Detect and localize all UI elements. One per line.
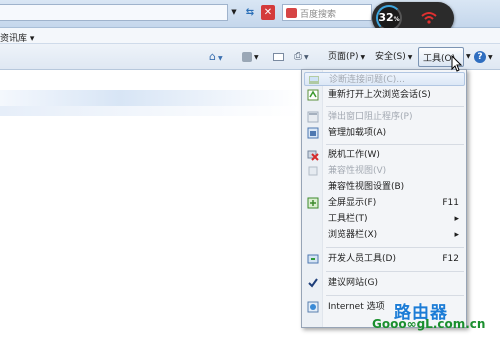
page-banner-shadow bbox=[0, 106, 300, 116]
menu-item-popup-blocker[interactable]: 弹出窗口阻止程序(P) bbox=[304, 110, 465, 124]
menu-separator bbox=[326, 144, 464, 145]
check-icon bbox=[308, 278, 318, 288]
diagnose-icon bbox=[309, 76, 319, 84]
watermark-en-text: Gooo∞gL.com.cn bbox=[372, 317, 486, 331]
help-icon[interactable]: ? ▼ bbox=[474, 49, 493, 65]
print-icon[interactable]: ⎙ ▼ bbox=[294, 49, 309, 65]
menu-item-diagnose[interactable]: 诊断连接问题(C)... bbox=[304, 72, 465, 86]
menu-separator bbox=[326, 295, 464, 296]
menu-item-suggested-sites[interactable]: 建议网站(G) bbox=[304, 276, 465, 290]
reopen-session-icon bbox=[307, 89, 319, 101]
mouse-cursor-icon bbox=[451, 55, 463, 72]
refresh-arrows-icon[interactable]: ⇆ bbox=[243, 5, 257, 20]
mail-icon[interactable] bbox=[273, 49, 284, 65]
command-bar: ⌂ ▼ ▼ ⎙ ▼ 页面(P) ▼ 安全(S) ▼ 工具(O) ▼ ? ▼ bbox=[0, 44, 500, 70]
submenu-arrow-icon: ▸ bbox=[454, 214, 459, 224]
baidu-logo-icon bbox=[286, 8, 297, 18]
submenu-arrow-icon: ▸ bbox=[454, 230, 459, 240]
menu-item-developer-tools[interactable]: 开发人员工具(D) F12 bbox=[304, 252, 465, 266]
menu-item-work-offline[interactable]: 脱机工作(W) bbox=[304, 148, 465, 162]
menu-item-fullscreen[interactable]: 全屏显示(F) F11 bbox=[304, 196, 465, 210]
menu-item-explorer-bars[interactable]: 浏览器栏(X) ▸ bbox=[304, 228, 465, 242]
fullscreen-icon bbox=[307, 197, 319, 209]
shortcut-f11: F11 bbox=[442, 198, 459, 208]
wifi-warning-icon bbox=[421, 12, 437, 24]
dev-tools-icon bbox=[307, 254, 319, 264]
safety-menu-button[interactable]: 安全(S) ▼ bbox=[375, 49, 412, 65]
shortcut-f12: F12 bbox=[442, 254, 459, 264]
menu-separator bbox=[326, 271, 464, 272]
menu-item-toolbars[interactable]: 工具栏(T) ▸ bbox=[304, 212, 465, 226]
menu-item-compat-view[interactable]: 兼容性视图(V) bbox=[304, 164, 465, 178]
compat-view-icon bbox=[308, 166, 318, 176]
address-bar[interactable] bbox=[0, 4, 228, 21]
search-input[interactable]: 百度搜索 bbox=[282, 4, 372, 21]
menu-item-compat-view-settings[interactable]: 兼容性视图设置(B) bbox=[304, 180, 465, 194]
tools-dropdown-menu: 诊断连接问题(C)... 重新打开上次浏览会话(S) 弹出窗口阻止程序(P) 管… bbox=[301, 69, 467, 328]
favorites-bar: 资讯库 ▾ bbox=[0, 28, 500, 44]
home-icon[interactable]: ⌂ ▼ bbox=[209, 49, 223, 65]
tools-dropdown-icon[interactable]: ▼ bbox=[466, 49, 471, 65]
menu-separator bbox=[326, 106, 464, 107]
offline-icon bbox=[307, 150, 319, 161]
address-dropdown-icon[interactable]: ▼ bbox=[230, 5, 238, 20]
internet-options-icon bbox=[307, 301, 319, 313]
rss-feeds-icon[interactable]: ▼ bbox=[242, 49, 259, 65]
menu-item-reopen-session[interactable]: 重新打开上次浏览会话(S) bbox=[304, 88, 465, 102]
favorites-item[interactable]: 资讯库 ▾ bbox=[0, 31, 34, 44]
popup-blocker-icon bbox=[307, 111, 319, 123]
menu-item-manage-addons[interactable]: 管理加载项(A) bbox=[304, 126, 465, 140]
site-watermark: 路由器 Gooo∞gL.com.cn bbox=[366, 298, 500, 339]
stop-x-icon[interactable]: ✕ bbox=[261, 5, 275, 20]
search-placeholder: 百度搜索 bbox=[300, 10, 337, 20]
page-banner bbox=[0, 90, 300, 106]
menu-separator bbox=[326, 247, 464, 248]
manage-addons-icon bbox=[307, 127, 319, 139]
page-menu-button[interactable]: 页面(P) ▼ bbox=[328, 49, 365, 65]
